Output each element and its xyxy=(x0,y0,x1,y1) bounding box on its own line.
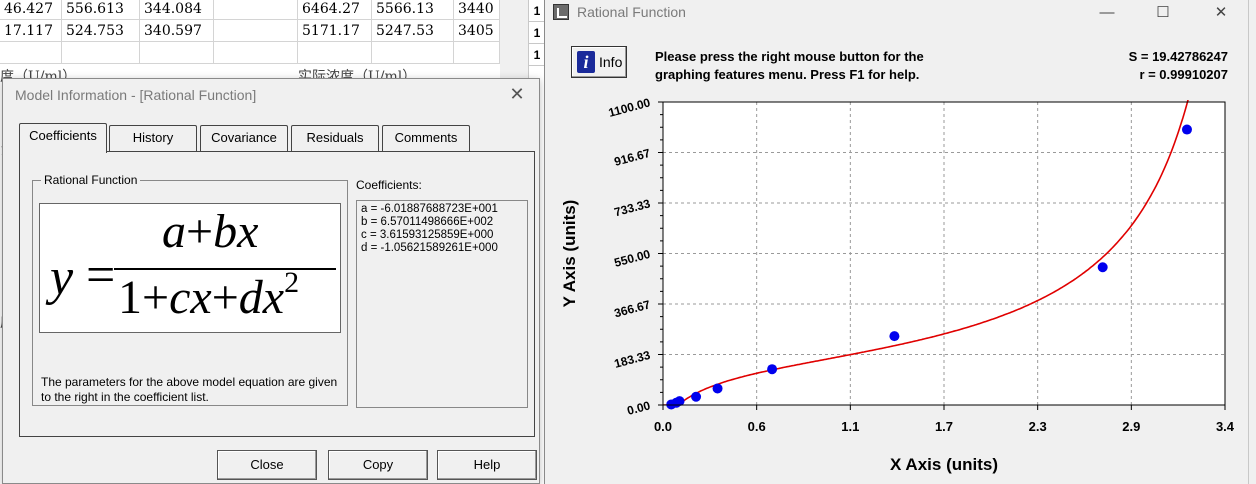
sheet-cell[interactable] xyxy=(454,42,500,64)
tab-comments[interactable]: Comments xyxy=(382,125,470,151)
model-description: The parameters for the above model equat… xyxy=(41,375,338,404)
y-tick-label: 366.67 xyxy=(613,297,652,320)
y-tick-label: 916.67 xyxy=(613,146,652,169)
grid-cell: 1 xyxy=(529,22,545,44)
sheet-cell[interactable]: 5171.17 xyxy=(298,20,372,42)
coefficient-a: a = -6.01887688723E+001 xyxy=(361,203,498,215)
x-tick-label: 0.6 xyxy=(748,419,766,434)
equation-denominator: 1+cx+dx2 xyxy=(118,266,300,324)
chart-plot[interactable]: 0.0 0.6 1.1 1.7 2.3 2.9 3.4 0.00 183.33 366.67 550… xyxy=(545,0,1249,484)
coefficients-label: Coefficients: xyxy=(356,178,422,192)
data-point xyxy=(1097,262,1108,273)
y-tick-label: 550.00 xyxy=(613,247,652,270)
close-icon[interactable]: ✕ xyxy=(505,83,529,105)
sheet-cell[interactable]: 17.117 xyxy=(0,20,62,42)
sheet-cell[interactable] xyxy=(372,42,454,64)
data-point xyxy=(712,383,723,394)
data-point xyxy=(1181,124,1192,135)
sheet-cell[interactable] xyxy=(214,42,298,64)
help-button[interactable]: Help xyxy=(437,450,537,480)
sheet-cell[interactable] xyxy=(298,42,372,64)
model-equation-group: Rational Function y = a+bx 1+cx+dx2 The … xyxy=(32,173,348,406)
equation-numerator: a+bx xyxy=(162,205,259,258)
grid-cell: 1 xyxy=(529,44,545,66)
sheet-cell[interactable]: 46.427 xyxy=(0,0,62,20)
dialog-title: Model Information - [Rational Function] xyxy=(15,87,257,103)
y-axis-label: Y Axis (units) xyxy=(560,200,579,308)
group-label: Rational Function xyxy=(41,173,141,187)
sheet-cell[interactable]: 556.613 xyxy=(62,0,140,20)
grid-cell: 1 xyxy=(529,0,545,22)
coefficients-list[interactable]: a = -6.01887688723E+001 b = 6.5701149866… xyxy=(356,200,528,408)
sheet-cell[interactable]: 5247.53 xyxy=(372,20,454,42)
x-axis-label: X Axis (units) xyxy=(890,455,998,474)
close-button[interactable]: Close xyxy=(217,450,317,480)
y-tick-label: 1100.00 xyxy=(607,95,652,120)
equation-equals: = xyxy=(86,247,116,304)
tab-covariance[interactable]: Covariance xyxy=(200,125,288,151)
model-equation: y = a+bx 1+cx+dx2 xyxy=(39,203,341,333)
tab-residuals[interactable]: Residuals xyxy=(291,125,379,151)
sheet-cell[interactable] xyxy=(140,42,214,64)
x-tick-label: 1.7 xyxy=(935,419,953,434)
coefficients-panel: Rational Function y = a+bx 1+cx+dx2 The … xyxy=(19,151,535,437)
sheet-cell[interactable]: 3405 xyxy=(454,20,500,42)
coefficient-d: d = -1.05621589261E+000 xyxy=(361,242,498,254)
sheet-cell[interactable]: 340.597 xyxy=(140,20,214,42)
y-tick-label: 183.33 xyxy=(613,348,652,371)
data-point xyxy=(767,364,778,375)
sheet-cell[interactable]: 5566.13 xyxy=(372,0,454,20)
data-point xyxy=(691,391,702,402)
background-grid-edge xyxy=(1248,0,1256,484)
coefficient-b: b = 6.57011498666E+002 xyxy=(361,216,494,228)
sheet-cell[interactable]: 344.084 xyxy=(140,0,214,20)
spreadsheet-row: 46.427 556.613 344.084 6464.27 5566.13 3… xyxy=(0,0,500,20)
coefficient-c: c = 3.61593125859E+000 xyxy=(361,229,494,241)
sheet-cell[interactable]: 6464.27 xyxy=(298,0,372,20)
sheet-cell[interactable] xyxy=(214,20,298,42)
sheet-cell[interactable] xyxy=(62,42,140,64)
x-tick-label: 1.1 xyxy=(841,419,859,434)
x-tick-label: 2.9 xyxy=(1122,419,1140,434)
y-tick-label: 733.33 xyxy=(613,196,652,219)
tab-coefficients[interactable]: Coefficients xyxy=(19,123,107,153)
x-tick-label: 0.0 xyxy=(654,419,672,434)
copy-button[interactable]: Copy xyxy=(328,450,428,480)
model-information-dialog: Model Information - [Rational Function] … xyxy=(2,78,540,484)
sheet-cell[interactable] xyxy=(214,0,298,20)
sheet-cell[interactable]: 524.753 xyxy=(62,20,140,42)
data-point xyxy=(889,331,900,342)
spreadsheet-row: 17.117 524.753 340.597 5171.17 5247.53 3… xyxy=(0,20,500,42)
sheet-cell[interactable] xyxy=(0,42,62,64)
spreadsheet-row xyxy=(0,42,500,64)
sheet-cell[interactable]: 3440 xyxy=(454,0,500,20)
y-tick-label: 0.00 xyxy=(626,398,652,418)
rational-function-window: Rational Function — ☐ ✕ i Info Please pr… xyxy=(544,0,1248,484)
equation-lhs: y xyxy=(50,249,74,306)
tab-history[interactable]: History xyxy=(109,125,197,151)
x-tick-label: 3.4 xyxy=(1216,419,1235,434)
x-tick-label: 2.3 xyxy=(1029,419,1047,434)
